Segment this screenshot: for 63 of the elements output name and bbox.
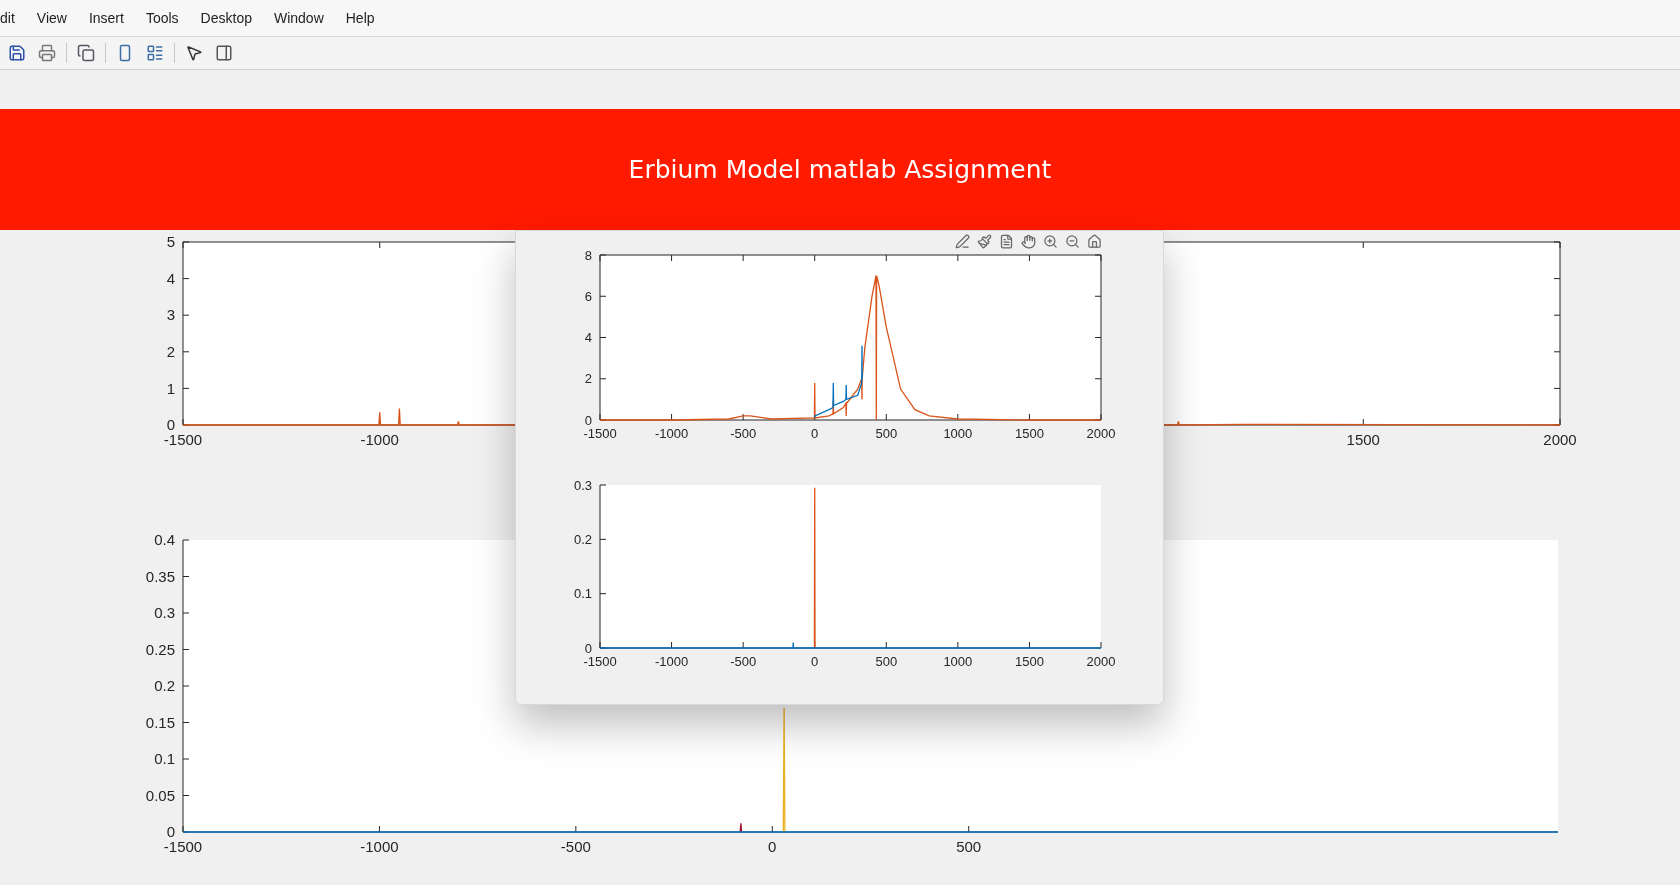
tick-label: -1500 — [163, 431, 203, 448]
tick-label: 0.2 — [573, 531, 592, 547]
tick-label: 3 — [166, 306, 175, 324]
tick-label: 0.3 — [154, 604, 175, 622]
tick-label: -500 — [730, 654, 757, 669]
tick-label: 1500 — [1346, 431, 1380, 448]
tick-label: -1000 — [654, 654, 689, 669]
tick-label: 0 — [811, 654, 819, 669]
tick-label: 2000 — [1086, 426, 1116, 441]
tick-label: -500 — [730, 426, 757, 441]
tick-label: 500 — [956, 838, 982, 855]
menu-item[interactable]: Window — [273, 9, 324, 26]
tick-label: 2 — [166, 343, 175, 361]
tick-label: -1500 — [163, 838, 203, 855]
zoom-in-icon[interactable] — [1041, 232, 1059, 250]
banner-title: Erbium Model matlab Assignment — [628, 154, 1052, 184]
tick-label: 500 — [875, 426, 898, 441]
tick-label: 0.25 — [145, 640, 175, 658]
tick-label: 5 — [166, 233, 175, 251]
pen-icon[interactable] — [953, 232, 971, 250]
tick-label: 2000 — [1086, 654, 1116, 669]
tick-label: 0.2 — [154, 677, 175, 695]
tick-label: 0.35 — [145, 567, 175, 585]
tick-label: 1000 — [943, 654, 973, 669]
tick-label: 0.1 — [573, 586, 592, 602]
tick-label: 0.15 — [145, 713, 175, 731]
tick-label: 2 — [584, 371, 592, 387]
tick-label: 0.1 — [154, 750, 175, 768]
tick-label: 4 — [584, 330, 592, 346]
tick-label: 1500 — [1014, 426, 1044, 441]
tick-label: 1000 — [943, 426, 973, 441]
tick-label: 0 — [166, 823, 175, 841]
tick-label: 0.3 — [573, 477, 592, 493]
tick-label: 4 — [166, 269, 175, 287]
tick-label: 8 — [584, 251, 592, 263]
tick-label: 1500 — [1014, 654, 1044, 669]
tick-label: 0 — [584, 640, 592, 656]
menu-item[interactable]: dit — [0, 9, 15, 26]
tick-label: 0.05 — [145, 786, 175, 804]
menu-item[interactable]: Desktop — [200, 9, 252, 26]
tick-label: -1500 — [583, 654, 617, 669]
tick-label: 2000 — [1543, 431, 1577, 448]
tick-label: 0.4 — [154, 531, 175, 549]
tick-label: -500 — [560, 838, 591, 855]
tick-label: -1000 — [360, 431, 399, 448]
tick-label: -1500 — [583, 426, 617, 441]
tick-label: 0 — [768, 838, 777, 855]
menu-item[interactable]: Help — [345, 9, 375, 26]
tick-label: -1000 — [360, 838, 399, 855]
tick-label: -1000 — [654, 426, 689, 441]
tick-label: 6 — [584, 288, 592, 304]
tick-label: 0 — [584, 412, 592, 428]
zoom-out-icon[interactable] — [1063, 232, 1081, 250]
tick-label: 0 — [166, 416, 175, 434]
tick-label: 500 — [875, 654, 898, 669]
brush-icon[interactable] — [975, 232, 993, 250]
home-icon[interactable] — [1085, 232, 1103, 250]
tick-label: 1 — [166, 379, 175, 397]
menu-item[interactable]: Tools — [145, 9, 179, 26]
menu-item[interactable]: Insert — [88, 9, 124, 26]
menu-item[interactable]: View — [36, 9, 67, 26]
hand-icon[interactable] — [1019, 232, 1037, 250]
tick-label: 0 — [811, 426, 819, 441]
